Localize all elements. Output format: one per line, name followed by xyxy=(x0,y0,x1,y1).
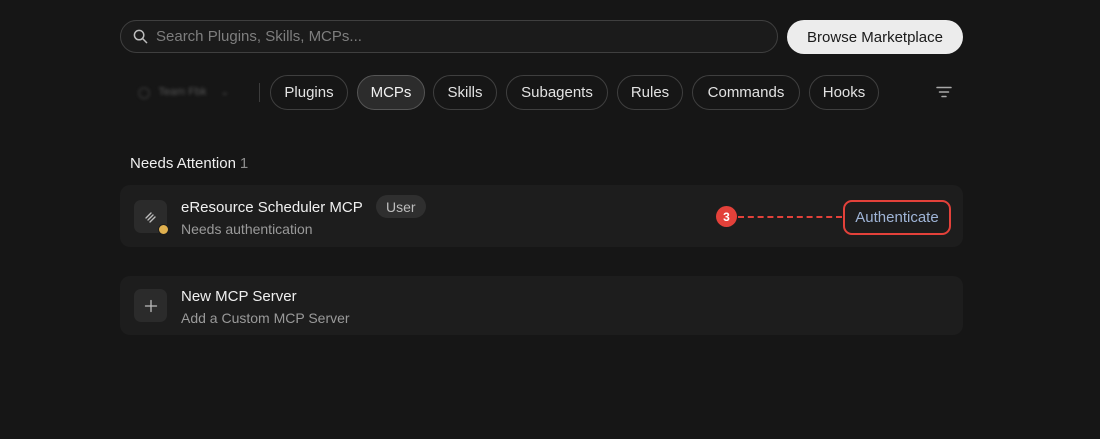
add-icon-box xyxy=(134,289,167,322)
annotation-connector xyxy=(738,216,842,218)
new-mcp-server-item[interactable]: New MCP Server Add a Custom MCP Server xyxy=(120,276,963,335)
tab-plugins[interactable]: Plugins xyxy=(270,75,348,110)
section-title: Needs Attention xyxy=(130,155,236,172)
tab-rules[interactable]: Rules xyxy=(617,75,683,110)
tab-hooks[interactable]: Hooks xyxy=(809,75,879,110)
step-marker: 3 xyxy=(716,206,737,227)
search-bar[interactable] xyxy=(120,20,778,53)
divider xyxy=(259,83,260,102)
new-server-subtitle: Add a Custom MCP Server xyxy=(181,310,350,326)
search-icon xyxy=(133,29,148,44)
layers-icon xyxy=(144,211,156,223)
tab-commands[interactable]: Commands xyxy=(692,75,800,110)
tab-subagents[interactable]: Subagents xyxy=(506,75,608,110)
scope-badge: User xyxy=(376,195,426,218)
plus-icon xyxy=(144,299,157,312)
chevron-down-icon: ⌄ xyxy=(220,86,229,98)
warning-status-dot xyxy=(158,224,169,235)
filter-bar: ◯ Team Fbk ⌄ Plugins MCPs Skills Subagen… xyxy=(120,74,963,110)
scope-label: Team Fbk xyxy=(158,86,207,98)
tab-mcps[interactable]: MCPs xyxy=(357,75,425,110)
filter-icon[interactable] xyxy=(935,83,953,101)
browse-marketplace-button[interactable]: Browse Marketplace xyxy=(787,20,963,54)
server-name: eResource Scheduler MCP xyxy=(181,199,363,216)
server-status-text: Needs authentication xyxy=(181,221,313,237)
mcp-manager-panel: Browse Marketplace ◯ Team Fbk ⌄ Plugins … xyxy=(0,0,1100,439)
scope-selector[interactable]: ◯ Team Fbk ⌄ xyxy=(128,78,252,106)
mcp-server-item[interactable]: eResource Scheduler MCP User Needs authe… xyxy=(120,185,963,247)
tab-skills[interactable]: Skills xyxy=(433,75,497,110)
user-icon: ◯ xyxy=(138,86,151,99)
search-input[interactable] xyxy=(156,28,777,45)
new-server-title: New MCP Server xyxy=(181,288,297,305)
section-heading: Needs Attention 1 xyxy=(130,155,248,172)
authenticate-button[interactable]: Authenticate xyxy=(843,200,951,235)
section-count: 1 xyxy=(239,155,249,172)
